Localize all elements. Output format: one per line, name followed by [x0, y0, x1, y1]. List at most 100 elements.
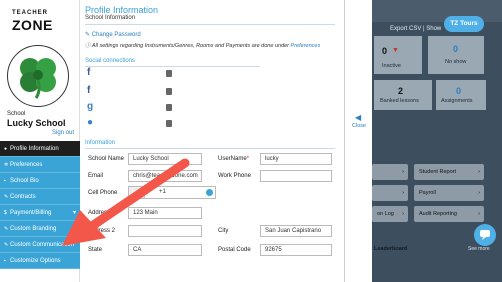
stat-card-inactive: 0 ▼ Inactive	[374, 36, 422, 74]
trash-icon[interactable]	[166, 88, 172, 95]
sidebar-item-preferences[interactable]: ✲ Preferences	[0, 157, 80, 173]
chevron-right-icon: ›	[478, 169, 480, 175]
sidebar-item-label: Preferences	[10, 162, 43, 168]
username-input[interactable]: lucky	[260, 153, 332, 165]
state-input[interactable]: CA	[128, 244, 202, 256]
change-password-link[interactable]: ✎ Change Password	[85, 31, 141, 38]
sidebar-item-payment-billing[interactable]: $ Payment/Billing ▾	[0, 205, 80, 221]
report-button-left-1[interactable]: ›	[372, 164, 408, 180]
report-button-left-2[interactable]: ›	[372, 185, 408, 201]
payroll-button[interactable]: Payroll ›	[414, 185, 484, 201]
tz-tours-button[interactable]: TZ Tours	[444, 16, 484, 32]
cell-phone-input[interactable]: +1	[128, 186, 216, 199]
trash-icon[interactable]	[166, 120, 172, 127]
preferences-notice: ⓘ All settings regarding Instruments/Gen…	[85, 41, 320, 49]
school-avatar[interactable]	[7, 45, 69, 107]
work-phone-label: Work Phone	[218, 173, 251, 179]
export-csv-link[interactable]: Export CSV | Show	[390, 26, 441, 32]
divider	[85, 66, 260, 67]
sidebar-item-label: Contracts	[10, 194, 36, 200]
audit-reporting-label: Audit Reporting	[419, 211, 457, 217]
sidebar-item-label: Custom Branding	[10, 226, 57, 232]
chevron-right-icon: ›	[402, 169, 404, 175]
school-caption: School	[7, 111, 26, 117]
chat-bubble-icon	[480, 230, 490, 240]
sidebar-item-customize-options[interactable]: ▪ Customize Options	[0, 253, 80, 269]
address-2-input[interactable]	[128, 225, 202, 237]
postal-code-label: Postal Code	[218, 247, 251, 253]
stat-label: No show	[445, 59, 467, 65]
required-marker: *	[246, 156, 250, 162]
trash-icon[interactable]	[166, 70, 172, 77]
notice-text: All settings regarding Instruments/Genre…	[91, 43, 290, 49]
city-input[interactable]: San Juan Capistrano	[260, 225, 332, 237]
country-code: +1	[159, 189, 166, 195]
cell-phone-label: Cell Phone	[88, 190, 118, 196]
stat-label: Inactive	[382, 63, 401, 69]
student-report-label: Student Report	[419, 169, 456, 175]
see-more-link[interactable]: See more	[468, 246, 490, 252]
address-input[interactable]: 123 Main	[128, 207, 202, 219]
country-flag-dropdown[interactable]	[129, 187, 145, 198]
google-icon[interactable]: g	[87, 101, 93, 112]
school-name-label: School Name	[88, 156, 125, 162]
city-label: City	[218, 228, 229, 234]
sidebar-menu: ● Profile Information ✲ Preferences ▪ Schoo…	[0, 141, 80, 269]
close-panel-strip[interactable]: ◀ Close	[344, 0, 372, 282]
address-label: Address	[88, 210, 111, 216]
state-label: State	[88, 247, 103, 253]
chat-button[interactable]	[474, 224, 496, 246]
chevron-right-icon: ›	[478, 190, 480, 196]
sidebar-item-custom-branding[interactable]: ✎ Custom Branding	[0, 221, 80, 237]
chevron-right-icon: ›	[402, 211, 404, 217]
work-phone-input[interactable]	[260, 170, 332, 182]
stat-number: 0	[382, 46, 388, 56]
sidebar-item-contracts[interactable]: ✎ Contracts	[0, 189, 80, 205]
key-icon: ✎	[85, 32, 92, 38]
school-name-input[interactable]: Lucky School	[128, 153, 202, 165]
stat-card-assignments: 0 Assignments	[436, 80, 486, 110]
sidebar-item-label: School Bio	[10, 178, 39, 184]
sidebar-item-profile-information[interactable]: ● Profile Information	[0, 141, 80, 157]
stat-card-no-show: 0 No show	[428, 36, 484, 74]
sidebar-item-label: Custom Communication	[10, 242, 75, 248]
stat-label: Assignments	[441, 98, 473, 104]
audit-reporting-button[interactable]: Audit Reporting ›	[414, 206, 484, 222]
stat-card-banked: 2 Banked lessons	[374, 80, 432, 110]
info-circle-icon: ⓘ	[85, 43, 92, 49]
payroll-label: Payroll	[419, 190, 436, 196]
screen: Export CSV | Show TZ Tours 0 ▼ Inactive …	[0, 0, 502, 282]
school-name: Lucky School	[7, 118, 66, 128]
sidebar-item-school-bio[interactable]: ▪ School Bio	[0, 173, 80, 189]
chevron-down-icon: ▾	[72, 210, 76, 216]
sidebar-item-label: Profile Information	[10, 146, 59, 152]
chevron-right-icon: ›	[478, 211, 480, 217]
apple-icon[interactable]: ●	[87, 117, 93, 128]
leaderboard-heading: Leaderboard	[374, 246, 408, 252]
postal-code-input[interactable]: 92675	[260, 244, 332, 256]
preferences-link[interactable]: Preferences	[291, 43, 321, 49]
information-title: Information	[85, 140, 116, 146]
check-circle-icon	[206, 189, 213, 196]
sign-out-link[interactable]: Sign out	[52, 130, 74, 136]
panel-subtitle: School Information	[85, 15, 136, 21]
student-report-button[interactable]: Student Report ›	[414, 164, 484, 180]
facebook-icon[interactable]: f	[87, 85, 90, 96]
log-button[interactable]: on Log ›	[372, 206, 408, 222]
teacherzone-logo: TEACHER ZONE	[12, 10, 72, 33]
trash-icon[interactable]	[166, 104, 172, 111]
facebook-icon[interactable]: f	[87, 67, 90, 78]
divider	[85, 148, 335, 149]
username-label-text: UserName	[218, 156, 247, 162]
chevron-left-icon: ◀	[355, 113, 362, 122]
sidebar-item-label: Customize Options	[10, 258, 61, 264]
stat-number: 0	[453, 44, 459, 54]
down-arrow-icon: ▼	[392, 47, 399, 54]
profile-panel: Profile Information School Information ✎…	[80, 0, 344, 282]
logo-bottom-text: ZONE	[12, 17, 53, 33]
divider	[85, 24, 335, 25]
panel-title: Profile Information	[85, 5, 159, 15]
sidebar-item-custom-communication[interactable]: ✎ Custom Communication	[0, 237, 80, 253]
email-input[interactable]: chris@teacherzone.com	[128, 170, 202, 182]
chevron-right-icon: ›	[402, 190, 404, 196]
